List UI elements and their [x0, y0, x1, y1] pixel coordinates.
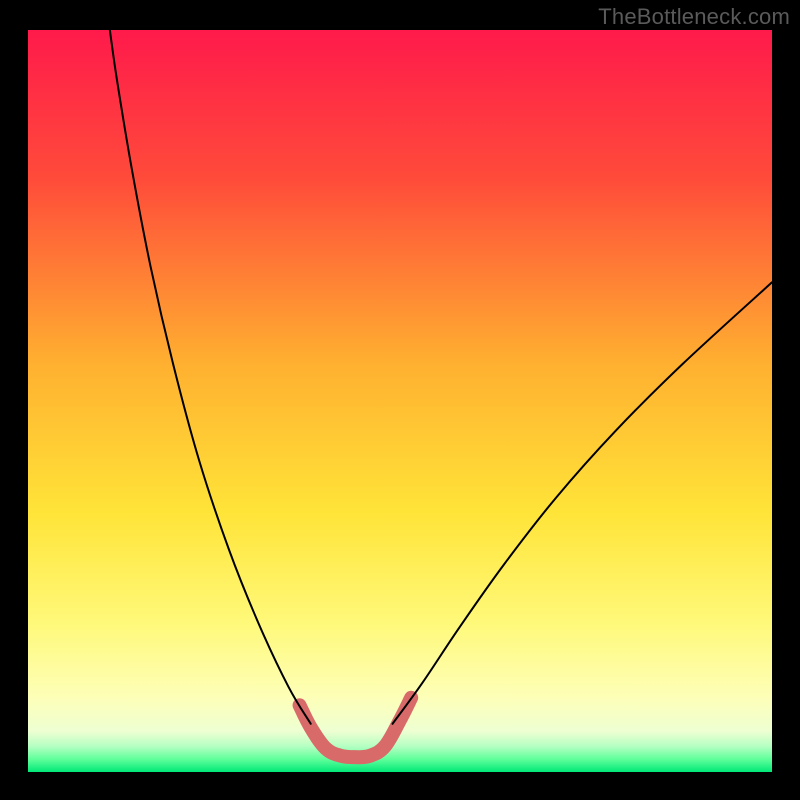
chart-frame: TheBottleneck.com	[0, 0, 800, 800]
bottleneck-chart	[0, 0, 800, 800]
gradient-background	[28, 30, 772, 772]
